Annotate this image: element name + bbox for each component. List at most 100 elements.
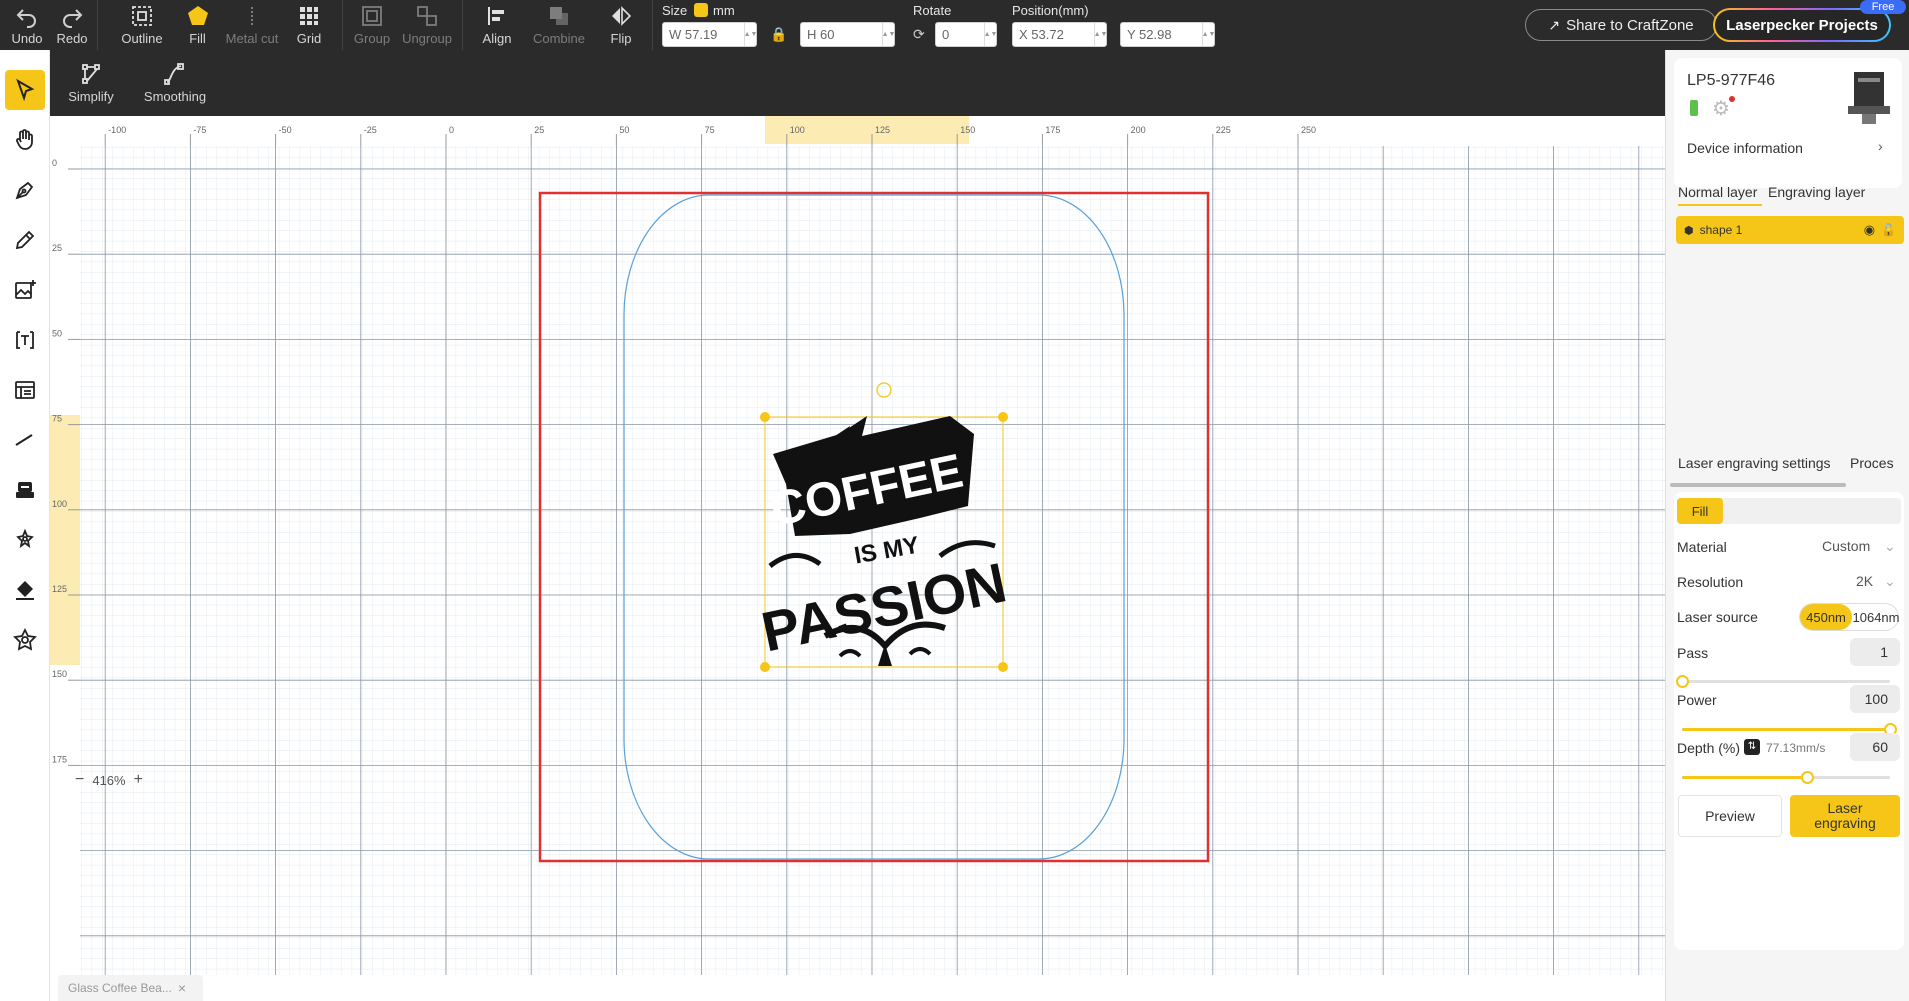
y-stepper[interactable]: ▲▼ (1202, 23, 1215, 46)
canvas-svg[interactable]: -100 -75 -50 -25 0 25 50 75 100 125 150 175 200 225 25… (50, 116, 1665, 975)
tabs-scrollbar[interactable] (1670, 483, 1846, 487)
laser-engraving-button[interactable]: Laser engraving (1790, 795, 1900, 837)
stamp-tool[interactable] (5, 470, 45, 510)
group-button[interactable]: Group (350, 0, 394, 50)
power-input[interactable]: 100 (1850, 685, 1900, 713)
combine-icon (550, 7, 568, 25)
depth-input[interactable]: 60 (1850, 733, 1900, 761)
laser-source-toggle: 450nm 1064nm (1799, 603, 1899, 631)
settings-gear-icon[interactable]: ⚙ (1712, 96, 1730, 121)
width-input[interactable]: W 57.19 ▲▼ (662, 22, 757, 47)
position-y-input[interactable]: Y 52.98 ▲▼ (1120, 22, 1215, 47)
zoom-in-button[interactable]: + (134, 771, 143, 789)
resize-handle[interactable] (998, 412, 1008, 422)
depth-slider[interactable] (1682, 771, 1890, 784)
chevron-down-icon: ⌄ (1884, 538, 1896, 554)
tab-engraving-layer[interactable]: Engraving layer (1768, 184, 1865, 200)
resolution-select[interactable]: 2K (1856, 573, 1873, 589)
laser-1064nm-option[interactable]: 1064nm (1852, 604, 1900, 630)
pass-input[interactable]: 1 (1850, 638, 1900, 666)
paint-bucket-tool[interactable] (5, 570, 45, 610)
metal-cut-icon (251, 7, 253, 25)
redo-label: Redo (56, 31, 88, 46)
size-unit-toggle[interactable] (694, 3, 708, 17)
laser-source-label: Laser source (1677, 609, 1758, 625)
star-shape-tool[interactable] (5, 620, 45, 660)
chevron-right-icon[interactable]: › (1878, 138, 1883, 154)
layer-item[interactable]: ⬢ shape 1 ◉ 🔓 (1676, 216, 1904, 244)
close-icon[interactable]: × (178, 980, 186, 996)
tab-laser-engraving-settings[interactable]: Laser engraving settings (1678, 455, 1831, 471)
magic-tool[interactable] (5, 520, 45, 560)
zoom-out-button[interactable]: − (75, 771, 84, 789)
device-info-link[interactable]: Device information (1687, 140, 1803, 156)
redo-icon (63, 9, 83, 28)
pass-slider-knob[interactable] (1676, 675, 1689, 688)
layer-lock-icon[interactable]: 🔓 (1881, 223, 1896, 237)
depth-slider-knob[interactable] (1800, 771, 1814, 784)
width-stepper[interactable]: ▲▼ (744, 23, 757, 46)
select-icon (16, 78, 35, 102)
height-input[interactable]: H 60 ▲▼ (800, 22, 895, 47)
tab-normal-layer[interactable]: Normal layer (1678, 184, 1757, 200)
combine-button[interactable]: Combine (527, 0, 591, 50)
fill-button[interactable]: Fill (180, 0, 215, 50)
power-slider[interactable] (1682, 723, 1897, 736)
line-tool[interactable] (5, 420, 45, 460)
visibility-eye-icon[interactable]: ◉ (1864, 222, 1875, 238)
paint-bucket-icon (16, 581, 34, 600)
design-canvas[interactable]: -100 -75 -50 -25 0 25 50 75 100 125 150 175 200 225 25… (50, 116, 1665, 975)
shape-icon: ⬢ (1684, 224, 1694, 237)
ruler-label: 100 (52, 499, 67, 509)
undo-label: Undo (11, 31, 43, 46)
pen-tool[interactable] (5, 170, 45, 210)
file-tab[interactable]: Glass Coffee Bea... × (58, 975, 203, 1001)
depth-info-icon[interactable]: ⇅ (1744, 739, 1760, 755)
height-stepper[interactable]: ▲▼ (882, 23, 895, 46)
file-tabs-bar: Glass Coffee Bea... × (50, 975, 1665, 1001)
ungroup-button[interactable]: Ungroup (400, 0, 454, 50)
preview-button[interactable]: Preview (1678, 795, 1782, 837)
outline-icon (132, 6, 152, 26)
pencil-tool[interactable] (5, 220, 45, 260)
grid-button[interactable]: Grid (288, 0, 330, 50)
path-toolbar: Simplify Smoothing (0, 50, 1665, 116)
align-label: Align (482, 31, 512, 46)
power-slider-fill (1682, 728, 1890, 731)
table-tool[interactable] (5, 370, 45, 410)
divider (342, 0, 343, 50)
resize-handle[interactable] (760, 412, 770, 422)
fill-mode-button[interactable]: Fill (1677, 498, 1723, 524)
laser-450nm-option[interactable]: 450nm (1800, 604, 1852, 630)
rotate-stepper[interactable]: ▲▼ (984, 23, 997, 46)
fill-pentagon-icon (187, 6, 208, 25)
pass-slider[interactable] (1676, 675, 1890, 688)
redo-button[interactable]: Redo (50, 0, 94, 50)
outline-button[interactable]: Outline (112, 0, 172, 50)
select-tool[interactable] (5, 70, 45, 110)
undo-button[interactable]: Undo (6, 0, 48, 50)
rotate-icon: ⟳ (913, 26, 925, 42)
metal-cut-button[interactable]: Metal cut (222, 0, 282, 50)
rotate-input[interactable]: 0 ▲▼ (935, 22, 997, 47)
text-tool[interactable] (5, 320, 45, 360)
align-button[interactable]: Align (474, 0, 520, 50)
x-stepper[interactable]: ▲▼ (1094, 23, 1107, 46)
layer-item-name: shape 1 (1699, 223, 1743, 237)
flip-button[interactable]: Flip (598, 0, 644, 50)
tab-process[interactable]: Proces (1850, 455, 1894, 471)
ruler-label: -25 (364, 125, 377, 135)
simplify-button[interactable]: Simplify (60, 58, 122, 108)
material-select[interactable]: Custom (1822, 538, 1870, 554)
hand-tool[interactable] (5, 120, 45, 160)
device-card[interactable]: LP5-977F46 ⚙ Device information › (1674, 58, 1902, 188)
smoothing-button[interactable]: Smoothing (137, 58, 213, 108)
image-tool[interactable] (5, 270, 45, 310)
settings-tabs: Laser engraving settings Proces (1666, 445, 1909, 487)
resize-handle[interactable] (998, 662, 1008, 672)
position-x-input[interactable]: X 53.72 ▲▼ (1012, 22, 1107, 47)
share-craftzone-button[interactable]: ↗ Share to CraftZone (1525, 9, 1717, 41)
ungroup-label: Ungroup (402, 31, 452, 46)
share-label: Share to CraftZone (1566, 16, 1694, 34)
lock-icon[interactable]: 🔒 (770, 26, 787, 43)
